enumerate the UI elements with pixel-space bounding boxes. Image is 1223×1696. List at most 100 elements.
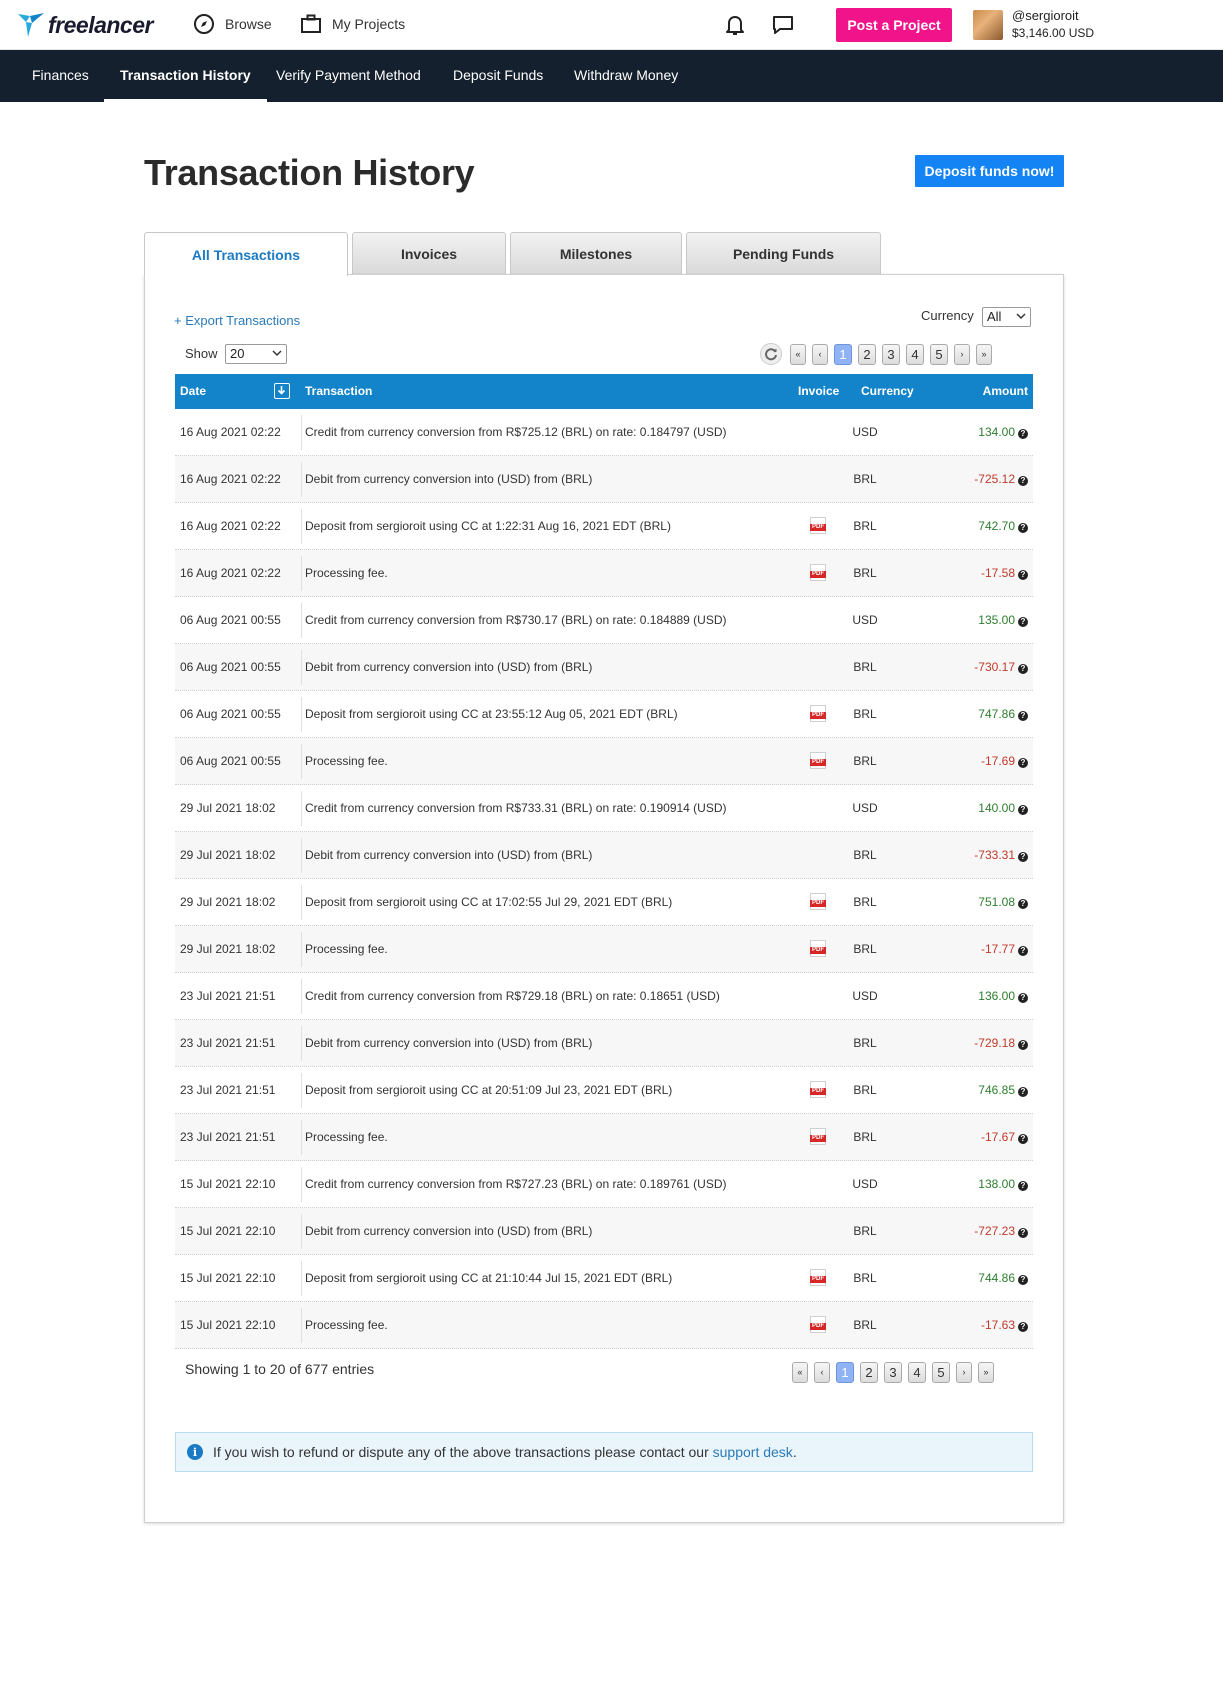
transaction-amount-cell: 751.08? [978,879,1028,926]
refresh-button[interactable] [760,343,782,365]
transaction-amount: 136.00 [978,989,1015,1003]
transaction-currency: USD [852,801,878,815]
help-icon[interactable]: ? [1018,711,1028,721]
column-date[interactable]: Date [180,374,206,409]
help-icon[interactable]: ? [1018,993,1028,1003]
browse-label: Browse [225,16,272,32]
page-5-button[interactable]: 5 [932,1361,950,1383]
page-title: Transaction History [144,152,475,193]
first-page-button[interactable]: « [792,1361,808,1383]
subnav-verify-payment-method[interactable]: Verify Payment Method [276,50,421,102]
help-icon[interactable]: ? [1018,617,1028,627]
page-size-select[interactable]: 20 [225,344,287,364]
help-icon[interactable]: ? [1018,1228,1028,1238]
help-icon[interactable]: ? [1018,429,1028,439]
prev-page-button[interactable]: ‹ [814,1361,830,1383]
first-page-button[interactable]: « [790,343,806,365]
transaction-currency: BRL [853,472,877,486]
transaction-amount-cell: -733.31? [974,832,1028,879]
transaction-amount: -17.77 [980,942,1015,956]
help-icon[interactable]: ? [1018,1087,1028,1097]
page-5-button[interactable]: 5 [930,343,948,365]
avatar[interactable] [973,10,1003,40]
support-desk-link[interactable]: support desk [713,1444,793,1460]
transaction-amount-cell: 742.70? [978,503,1028,550]
chevron-down-icon [1016,313,1026,320]
transaction-date: 23 Jul 2021 21:51 [180,989,276,1003]
transaction-description: Deposit from sergioroit using CC at 23:5… [305,707,678,721]
help-icon[interactable]: ? [1018,852,1028,862]
column-divider [301,556,302,591]
refresh-icon [765,348,777,361]
column-amount: Amount [982,384,1028,398]
freelancer-logo[interactable]: freelancer [16,9,153,41]
column-divider [301,1261,302,1296]
deposit-funds-button[interactable]: Deposit funds now! [915,155,1064,187]
help-icon[interactable]: ? [1018,1040,1028,1050]
transaction-amount: 747.86 [978,707,1015,721]
subnav-finances[interactable]: Finances [32,50,89,102]
tab-all-transactions[interactable]: All Transactions [144,232,348,276]
tab-invoices[interactable]: Invoices [352,232,506,275]
help-icon[interactable]: ? [1018,476,1028,486]
page-4-button[interactable]: 4 [906,343,924,365]
page-4-button[interactable]: 4 [908,1361,926,1383]
page-1-button[interactable]: 1 [834,343,852,365]
last-page-button[interactable]: » [978,1361,994,1383]
transaction-amount-cell: -727.23? [974,1208,1028,1255]
notifications-button[interactable] [722,12,748,38]
transaction-currency: BRL [853,660,877,674]
help-icon[interactable]: ? [1018,946,1028,956]
help-icon[interactable]: ? [1018,1322,1028,1332]
transaction-currency: BRL [853,566,877,580]
notice-text: If you wish to refund or dispute any of … [213,1444,797,1460]
transaction-description: Processing fee. [305,1130,388,1144]
messages-button[interactable] [770,12,796,38]
help-icon[interactable]: ? [1018,1134,1028,1144]
help-icon[interactable]: ? [1018,1181,1028,1191]
page-3-button[interactable]: 3 [882,343,900,365]
username[interactable]: @sergioroit [1012,8,1079,23]
transaction-amount-cell: -17.67? [981,1114,1028,1161]
subnav-transaction-history[interactable]: Transaction History [104,50,267,102]
next-page-button[interactable]: › [956,1361,972,1383]
transaction-currency: BRL [853,1271,877,1285]
page-2-button[interactable]: 2 [858,343,876,365]
transaction-currency: BRL [853,1224,877,1238]
tab-milestones[interactable]: Milestones [510,232,682,275]
last-page-button[interactable]: » [976,343,992,365]
transaction-amount: 746.85 [978,1083,1015,1097]
table-row: 15 Jul 2021 22:10 Deposit from sergioroit… [175,1255,1033,1302]
column-divider [301,415,302,450]
transaction-description: Processing fee. [305,566,388,580]
help-icon[interactable]: ? [1018,758,1028,768]
help-icon[interactable]: ? [1018,570,1028,580]
sort-descending-icon[interactable] [274,383,290,399]
export-transactions-link[interactable]: + Export Transactions [174,313,300,328]
column-divider [301,603,302,638]
prev-page-button[interactable]: ‹ [812,343,828,365]
help-icon[interactable]: ? [1018,664,1028,674]
transaction-amount-cell: 744.86? [978,1255,1028,1302]
currency-label: Currency [921,308,974,323]
transaction-date: 23 Jul 2021 21:51 [180,1036,276,1050]
help-icon[interactable]: ? [1018,805,1028,815]
subnav-deposit-funds[interactable]: Deposit Funds [453,50,543,102]
browse-link[interactable]: Browse [193,13,272,35]
transaction-description: Deposit from sergioroit using CC at 17:0… [305,895,673,909]
help-icon[interactable]: ? [1018,899,1028,909]
subnav-withdraw-money[interactable]: Withdraw Money [574,50,678,102]
help-icon[interactable]: ? [1018,1275,1028,1285]
transaction-amount: 134.00 [978,425,1015,439]
page-2-button[interactable]: 2 [860,1361,878,1383]
finance-subnav: Finances Transaction History Verify Paym… [0,50,1223,102]
page-1-button[interactable]: 1 [836,1361,854,1383]
next-page-button[interactable]: › [954,343,970,365]
page-3-button[interactable]: 3 [884,1361,902,1383]
transaction-currency: BRL [853,1083,877,1097]
currency-select[interactable]: All [982,307,1031,327]
my-projects-link[interactable]: My Projects [300,13,405,35]
post-project-button[interactable]: Post a Project [836,8,952,42]
help-icon[interactable]: ? [1018,523,1028,533]
tab-pending-funds[interactable]: Pending Funds [686,232,881,275]
